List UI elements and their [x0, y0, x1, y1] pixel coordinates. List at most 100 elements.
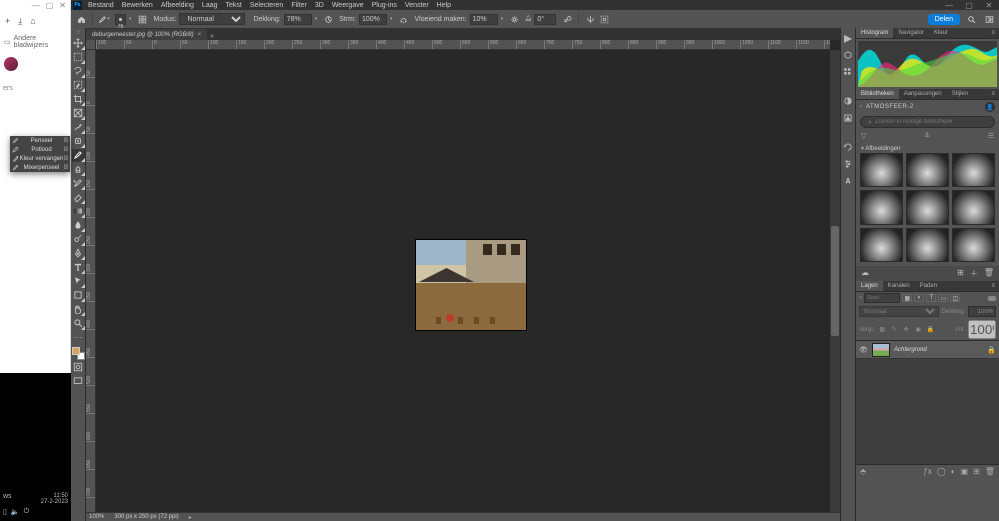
home-icon[interactable] [75, 13, 87, 25]
trash-icon[interactable]: 🗑 [985, 467, 995, 476]
window-max-icon[interactable]: ▢ [959, 1, 979, 10]
library-item[interactable] [952, 153, 995, 187]
menu-type[interactable]: Tekst [222, 1, 246, 10]
link-layers-icon[interactable]: ⬘ [860, 467, 866, 476]
select-subject-icon[interactable] [598, 13, 610, 25]
flyout-item-brush[interactable]: Penseel B [10, 136, 70, 145]
properties-panel-icon[interactable] [842, 157, 855, 170]
window-min-icon[interactable]: — [939, 1, 959, 10]
screen-mode-icon[interactable] [72, 375, 85, 388]
lock-artboard-icon[interactable]: ▣ [914, 325, 923, 334]
lock-position-icon[interactable]: ✥ [902, 325, 911, 334]
marquee-tool[interactable] [72, 51, 85, 64]
filter-toggle[interactable] [988, 296, 996, 301]
brush-size-preview[interactable]: 78 ▾ [115, 14, 132, 25]
tab-overflow-icon[interactable]: » [207, 33, 217, 40]
filter-type-icon[interactable]: T [926, 294, 936, 302]
tab-paths[interactable]: Paden [915, 281, 942, 291]
character-panel-icon[interactable] [842, 174, 855, 187]
panel-menu-icon[interactable]: ≡ [987, 89, 999, 99]
brush-panel-icon[interactable] [137, 13, 149, 25]
canvas-viewport[interactable] [96, 50, 830, 512]
blend-mode-select[interactable]: Normaal [859, 306, 939, 317]
eyedropper-tool[interactable] [72, 121, 85, 134]
search-icon[interactable] [964, 12, 978, 26]
smoothing-options-icon[interactable] [508, 13, 520, 25]
crop-tool[interactable] [72, 93, 85, 106]
library-item[interactable] [860, 190, 903, 224]
filter-smart-icon[interactable]: ◫ [950, 294, 960, 302]
window-close-icon[interactable]: ✕ [979, 1, 999, 10]
flyout-item-mixer[interactable]: Mixerpenseel B [10, 163, 70, 172]
layer-thumbnail[interactable] [872, 343, 890, 357]
layer-filter-input[interactable] [864, 293, 900, 303]
back-icon[interactable]: ‹ [860, 104, 862, 110]
dodge-tool[interactable] [72, 233, 85, 246]
type-tool[interactable] [72, 261, 85, 274]
healing-tool[interactable] [72, 135, 85, 148]
layer-fill-input[interactable] [968, 320, 996, 339]
panel-menu-icon[interactable]: ≡ [987, 28, 999, 38]
group-icon[interactable]: ▣ [961, 467, 969, 476]
filter-icon[interactable]: ▽ [861, 132, 866, 140]
lock-transparent-icon[interactable]: ▦ [878, 325, 887, 334]
symmetry-icon[interactable] [584, 13, 596, 25]
tab-histogram[interactable]: Histogram [856, 28, 893, 38]
new-layer-icon[interactable]: ⊞ [973, 467, 980, 476]
share-button[interactable]: Delen [928, 14, 960, 25]
zoom-level[interactable]: 100% [89, 514, 104, 520]
color-panel-icon[interactable] [842, 48, 855, 61]
airbrush-icon[interactable] [397, 13, 409, 25]
smoothing-input[interactable] [470, 14, 498, 25]
library-item[interactable] [860, 228, 903, 262]
menu-layer[interactable]: Laag [198, 1, 222, 10]
tool-preset-icon[interactable]: ▾ [98, 13, 110, 25]
edit-toolbar-icon[interactable]: ⋯ [72, 331, 85, 344]
angle-input[interactable] [534, 14, 556, 25]
avatar[interactable] [4, 57, 18, 71]
library-item[interactable] [952, 190, 995, 224]
taskbar-battery-icon[interactable]: ▯ [3, 508, 7, 516]
library-item[interactable] [860, 153, 903, 187]
brush-tool[interactable] [72, 149, 85, 162]
opacity-input[interactable] [284, 14, 312, 25]
sort-icon[interactable]: ≚ [924, 132, 930, 140]
taskbar-wifi-icon[interactable]: ⏻ [24, 508, 30, 516]
cloud-sync-icon[interactable]: ☁ [861, 268, 869, 279]
panel-grip[interactable]: ⠿ [77, 30, 80, 36]
library-item[interactable] [906, 190, 949, 224]
document-tab[interactable]: deburgemeester.jpg @ 100% (RGB/8) × [86, 29, 207, 40]
fx-icon[interactable]: ƒx [923, 467, 931, 476]
window-minimize-icon[interactable]: — [32, 1, 40, 10]
status-chevron-icon[interactable]: ▸ [189, 514, 192, 521]
size-pressure-icon[interactable] [561, 13, 573, 25]
menu-filter[interactable]: Filter [287, 1, 311, 10]
adjustments-panel-icon[interactable] [842, 94, 855, 107]
ruler-horizontal[interactable]: 1005005010015020025030035040045050055060… [96, 40, 830, 50]
library-item[interactable] [906, 153, 949, 187]
flyout-item-pencil[interactable]: Potlood B [10, 145, 70, 154]
tab-color[interactable]: Kleur [929, 28, 953, 38]
styles-panel-icon[interactable] [842, 111, 855, 124]
color-swatch[interactable] [72, 347, 85, 360]
menu-window[interactable]: Venster [401, 1, 433, 10]
hand-tool[interactable] [72, 303, 85, 316]
quick-select-tool[interactable] [72, 79, 85, 92]
library-group-header[interactable]: Afbeeldingen [856, 142, 999, 153]
tab-layers[interactable]: Lagen [856, 281, 883, 291]
tab-libraries[interactable]: Bibliotheken [856, 89, 899, 99]
zoom-tool[interactable] [72, 317, 85, 330]
move-tool[interactable] [72, 37, 85, 50]
menu-help[interactable]: Help [433, 1, 455, 10]
library-item[interactable] [906, 228, 949, 262]
collapse-arrow-icon[interactable]: ▸ [842, 31, 855, 44]
lock-all-icon[interactable]: 🔒 [926, 325, 935, 334]
ruler-vertical[interactable]: 5005010015020025030035040045050055060065… [86, 50, 96, 512]
plus-icon[interactable]: + [5, 16, 10, 27]
menu-image[interactable]: Afbeelding [157, 1, 198, 10]
scrollbar-vertical[interactable] [830, 50, 840, 512]
bookmarks-folder[interactable]: ▭ Andere bladwijzers [0, 33, 70, 51]
document-image[interactable] [416, 240, 526, 330]
taskbar-clock[interactable]: 11:50 27-2-2023 [41, 493, 68, 505]
shape-tool[interactable] [72, 289, 85, 302]
